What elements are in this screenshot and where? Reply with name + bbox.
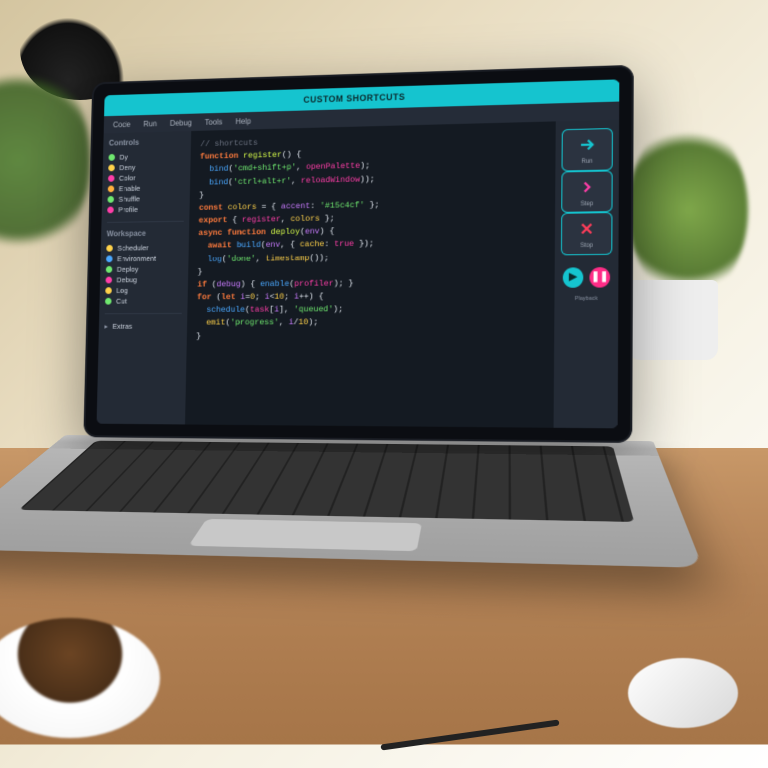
sidebar-item-cut[interactable]: Cut [105,295,182,306]
keyboard [19,441,635,522]
color-dot-icon [105,298,112,305]
color-dot-icon [106,266,113,273]
sidebar-section-title: Controls [109,137,186,148]
sidebar-divider [105,313,182,314]
screen-bezel: CUSTOM SHORTCUTS Code Run Debug Tools Help C… [83,65,633,443]
workspace: Controls DyDeny ColorEnable ShuffleProfile… [97,120,620,429]
sidebar-item-environment[interactable]: Environment [106,253,183,264]
tool-stop-button[interactable]: Stop [561,212,613,255]
sidebar-item-label: Environment [117,254,156,263]
sidebar-footer[interactable]: ▸ Extras [104,321,181,332]
sidebar-item-label: Dy [119,153,128,162]
color-dot-icon [107,207,114,214]
code-line: } [196,329,544,343]
app-title: CUSTOM SHORTCUTS [303,92,405,105]
sidebar-item-label: Deny [119,163,135,172]
color-dot-icon [107,196,114,203]
playback-caption: Playback [575,296,598,302]
menu-debug[interactable]: Debug [170,118,192,127]
sidebar-item-log[interactable]: Log [105,285,182,296]
playback-controls: ▶ ❚❚ [563,267,610,288]
sidebar-item-label: Shuffle [118,195,140,204]
sidebar-item-label: Cut [116,297,127,306]
sidebar-item-label: Enable [119,184,141,193]
menu-help[interactable]: Help [235,116,251,125]
tool-step-button[interactable]: Step [561,170,612,213]
sidebar-item-label: Profile [118,205,138,214]
tool-label: Step [580,201,593,208]
color-dot-icon [106,255,113,262]
x-icon [577,220,596,241]
sidebar-item-label: Debug [117,275,138,284]
laptop: CUSTOM SHORTCUTS Code Run Debug Tools Help C… [79,64,655,642]
trackpad [188,519,421,551]
chev-icon [578,177,597,198]
tool-rail: Run Step Stop ▶ ❚❚ Playback [554,120,620,429]
code-line: schedule(task[i], 'queued'); [197,302,545,317]
sidebar: Controls DyDeny ColorEnable ShuffleProfile… [97,131,192,424]
arrow-icon [578,135,597,156]
color-dot-icon [108,154,115,161]
sidebar-divider [107,221,184,223]
sidebar-footer-label: Extras [112,322,132,331]
menu-run[interactable]: Run [143,119,157,128]
sidebar-section-title: Workspace [107,229,184,239]
color-dot-icon [108,175,115,182]
sidebar-item-label: Scheduler [117,243,148,252]
color-dot-icon [108,185,115,192]
sidebar-item-deploy[interactable]: Deploy [106,263,183,274]
sidebar-item-label: Deploy [117,265,139,274]
tool-label: Stop [580,243,593,250]
color-dot-icon [105,287,112,294]
menu-tools[interactable]: Tools [205,117,223,126]
sidebar-item-profile[interactable]: Profile [107,203,184,215]
laptop-base [0,435,703,568]
color-dot-icon [108,164,115,171]
sidebar-item-label: Color [119,174,136,183]
mouse [628,658,738,728]
play-button[interactable]: ▶ [563,267,584,288]
sidebar-item-label: Log [116,286,128,295]
ide-window: CUSTOM SHORTCUTS Code Run Debug Tools Help C… [97,79,620,428]
code-line: emit('progress', i/10); [196,316,544,330]
color-dot-icon [106,277,113,284]
tool-label: Run [581,159,592,166]
menu-code[interactable]: Code [113,120,131,129]
code-editor[interactable]: // shortcutsfunction register() { bind('… [185,121,556,427]
tool-run-button[interactable]: Run [561,128,612,171]
color-dot-icon [106,245,113,252]
sidebar-item-debug[interactable]: Debug [105,274,182,285]
pause-button[interactable]: ❚❚ [589,267,610,288]
